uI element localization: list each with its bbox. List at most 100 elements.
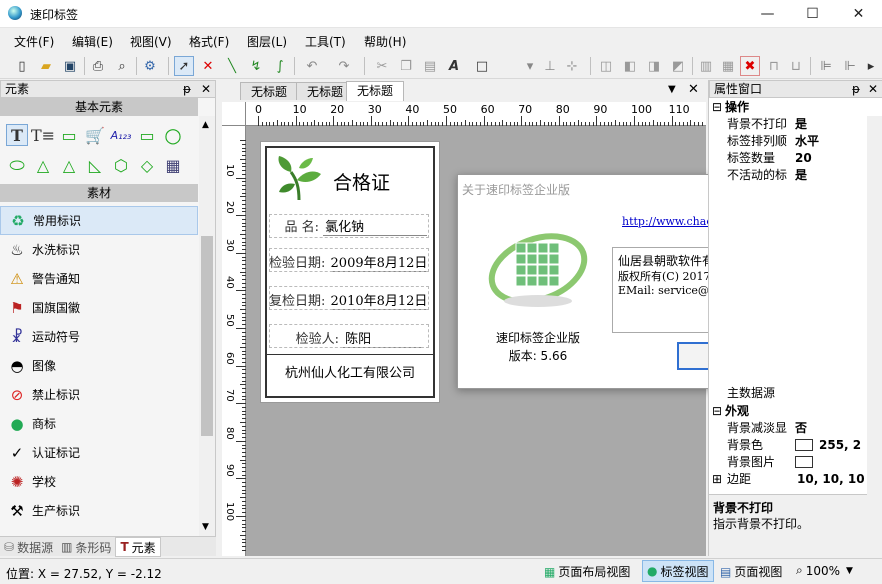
open-folder-icon[interactable]: ▰ — [36, 56, 56, 76]
property-scrollbar[interactable] — [867, 116, 882, 496]
cart-image-icon[interactable]: 🛒 — [84, 124, 106, 146]
backward-icon[interactable]: ◩ — [668, 56, 688, 76]
lock-icon[interactable]: ⊓ — [764, 56, 784, 76]
panel-close-icon[interactable]: ✕ — [868, 81, 878, 97]
menu-help[interactable]: 帮助(H) — [364, 33, 406, 50]
redo-icon[interactable]: ↷ — [334, 56, 354, 76]
diamond-tool-icon[interactable]: ◇ — [136, 154, 158, 176]
dropdown-icon[interactable]: ▾ — [520, 56, 540, 76]
collapse-icon[interactable]: ⊟ — [709, 100, 725, 114]
material-scrollbar[interactable]: ▲ ▼ — [199, 116, 215, 536]
property-row[interactable]: 背景不打印是 — [709, 115, 882, 132]
material-item-logo[interactable]: ● 商标 — [0, 409, 198, 438]
scroll-up-icon[interactable]: ▲ — [202, 120, 209, 130]
label-preview[interactable]: 合格证 品 名: 氯化钠 检验日期: 2009年8月12日 复检日期: 2010… — [260, 141, 440, 403]
serial-number-icon[interactable]: A₁₂₃ — [110, 124, 132, 146]
property-row[interactable]: 标签数量 20 — [709, 149, 882, 166]
menu-file[interactable]: 文件(F) — [14, 33, 54, 50]
material-item-production[interactable]: ⚒ 生产标识 — [0, 496, 198, 525]
material-item-image[interactable]: ◓ 图像 — [0, 351, 198, 380]
forward-icon[interactable]: ◨ — [644, 56, 664, 76]
align-right-icon[interactable]: ⊩ — [840, 56, 860, 76]
property-group-appearance[interactable]: ⊟ 外观 — [709, 402, 882, 419]
pin-icon[interactable]: ᵽ — [183, 81, 191, 97]
unlock-icon[interactable]: ⊔ — [786, 56, 806, 76]
scrollbar-thumb[interactable] — [201, 236, 213, 436]
text-tool-icon[interactable]: T — [6, 124, 28, 146]
menu-view[interactable]: 视图(V) — [130, 33, 172, 50]
bring-front-icon[interactable]: ◫ — [596, 56, 616, 76]
label-view-button[interactable]: ● 标签视图 — [642, 560, 714, 582]
doc-tab-3[interactable]: 无标题 — [346, 81, 405, 101]
isosceles-triangle-icon[interactable]: △ — [58, 154, 80, 176]
multiline-text-icon[interactable]: T≡ — [31, 124, 55, 146]
doc-tab-1[interactable]: 无标题 — [240, 82, 299, 100]
scroll-down-icon[interactable]: ▼ — [202, 522, 209, 532]
tab-elements[interactable]: T 元素 — [115, 537, 161, 557]
print-icon[interactable]: ⎙ — [88, 56, 108, 76]
property-row[interactable]: 背景图片 — [709, 453, 882, 470]
menu-edit[interactable]: 编辑(E) — [72, 33, 113, 50]
menu-layer[interactable]: 图层(L) — [247, 33, 287, 50]
page-layout-view-button[interactable]: ▦ 页面布局视图 — [544, 563, 630, 580]
material-item-warning[interactable]: ⚠ 警告通知 — [0, 264, 198, 293]
material-item-school[interactable]: ✺ 学校 — [0, 467, 198, 496]
page-view-button[interactable]: ▤ 页面视图 — [720, 563, 782, 580]
font-icon[interactable]: A — [444, 56, 464, 76]
right-triangle-icon[interactable]: ◺ — [84, 154, 106, 176]
property-row[interactable]: 背景色 255, 2 — [709, 436, 882, 453]
property-row[interactable]: 不活动的标是 — [709, 166, 882, 183]
align-center-icon[interactable]: ⊥ — [540, 56, 560, 76]
maximize-button[interactable]: ☐ — [790, 0, 835, 28]
expand-icon[interactable]: ⊞ — [709, 472, 725, 486]
property-row[interactable]: 标签排列顺 水平 — [709, 132, 882, 149]
delete-object-icon[interactable]: ✖ — [740, 56, 760, 76]
curve-tool-icon[interactable]: ∫ — [270, 56, 290, 76]
property-group-action[interactable]: ⊟ 操作 — [709, 98, 882, 115]
new-file-icon[interactable]: ▯ — [12, 56, 32, 76]
group-icon[interactable]: ▥ — [696, 56, 716, 76]
collapse-icon[interactable]: ⊟ — [709, 404, 725, 418]
menu-tools[interactable]: 工具(T) — [305, 33, 346, 50]
triangle-tool-icon[interactable]: △ — [32, 154, 54, 176]
table-tool-icon[interactable]: ▦ — [162, 154, 184, 176]
property-row-master-datasource[interactable]: 主数据源 — [709, 384, 882, 401]
minimize-button[interactable]: — — [745, 0, 790, 28]
send-back-icon[interactable]: ◧ — [620, 56, 640, 76]
print-preview-icon[interactable]: ⌕ — [112, 56, 132, 76]
paste-icon[interactable]: ▤ — [420, 56, 440, 76]
settings-icon[interactable]: ⚙ — [140, 56, 160, 76]
pin-icon[interactable]: ᵽ — [852, 81, 860, 97]
polyline-tool-icon[interactable]: ↯ — [246, 56, 266, 76]
material-header[interactable]: 素材 — [0, 184, 198, 202]
distribute-icon[interactable]: ⊹ — [562, 56, 582, 76]
align-left-icon[interactable]: ⊫ — [816, 56, 836, 76]
toolbar-overflow-icon[interactable]: ▸ — [864, 56, 878, 76]
material-item-common[interactable]: ♻ 常用标识 — [0, 206, 198, 235]
property-row[interactable]: ⊞ 边距 10, 10, 10 — [709, 470, 882, 487]
material-item-prohibit[interactable]: ⊘ 禁止标识 — [0, 380, 198, 409]
material-item-laundry[interactable]: ♨ 水洗标识 — [0, 235, 198, 264]
property-row[interactable]: 背景减淡显否 — [709, 419, 882, 436]
circle-tool-icon[interactable]: ○ — [162, 123, 184, 147]
line-tool-icon[interactable]: ╲ — [222, 56, 242, 76]
menu-format[interactable]: 格式(F) — [189, 33, 229, 50]
border-style-icon[interactable]: □ — [472, 56, 492, 76]
zoom-control[interactable]: ⌕ 100% ▼ — [796, 563, 853, 578]
material-item-sports[interactable]: ☧ 运动符号 — [0, 322, 198, 351]
cut-icon[interactable]: ✂ — [372, 56, 392, 76]
copy-icon[interactable]: ❐ — [396, 56, 416, 76]
chevron-down-icon[interactable]: ▼ — [846, 566, 853, 576]
save-icon[interactable]: ▣ — [60, 56, 80, 76]
close-button[interactable]: ✕ — [836, 0, 881, 28]
barcode-tool-icon[interactable]: ▭ — [58, 124, 80, 146]
basic-elements-header[interactable]: 基本元素 — [0, 98, 198, 116]
material-item-cert[interactable]: ✓ 认证标记 — [0, 438, 198, 467]
rectangle-tool-icon[interactable]: ▭ — [136, 124, 158, 146]
ungroup-icon[interactable]: ▦ — [718, 56, 738, 76]
pointer-select-icon[interactable]: ➚ — [174, 56, 194, 76]
material-item-flag[interactable]: ⚑ 国旗国徽 — [0, 293, 198, 322]
delete-icon[interactable]: ✕ — [198, 56, 218, 76]
tab-barcode[interactable]: ▥ 条形码 — [57, 537, 115, 557]
undo-icon[interactable]: ↶ — [302, 56, 322, 76]
